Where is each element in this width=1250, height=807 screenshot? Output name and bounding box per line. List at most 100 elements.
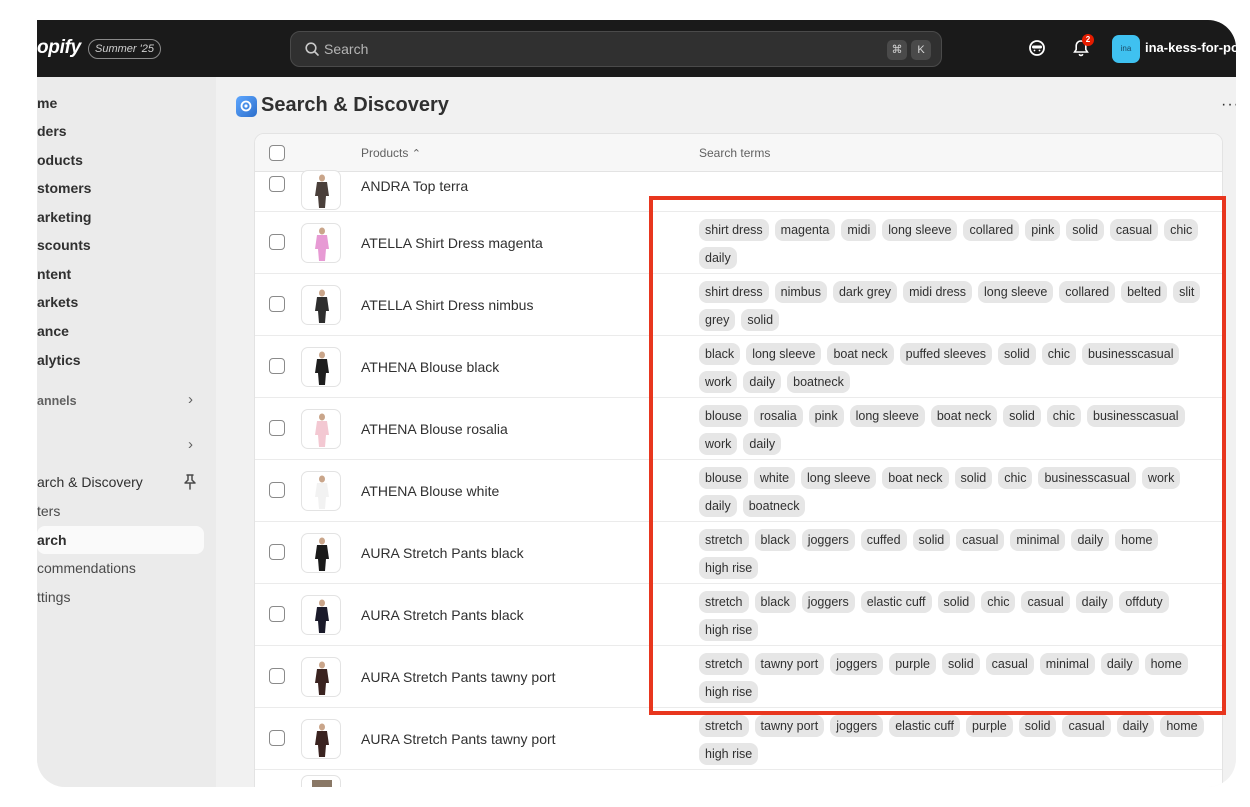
table-row[interactable]: ATHENA Blouse rosalia blouse rosalia pink lo… [255,398,1222,460]
search-term-tag[interactable]: chic [1041,343,1076,365]
search-term-tag[interactable]: black [754,591,796,613]
search-term-tag[interactable]: work [699,371,738,393]
search-term-tag[interactable]: home [1115,529,1159,551]
table-row[interactable]: AURA Stretch Pants black stretch black jogg… [255,584,1222,646]
search-term-tag[interactable]: blouse [699,405,748,427]
search-term-tag[interactable]: slit [1173,281,1201,303]
row-checkbox[interactable] [269,234,285,250]
search-term-tag[interactable]: shirt dress [699,281,769,303]
search-term-tag[interactable]: collared [963,219,1020,241]
search-term-tag[interactable]: offduty [1119,591,1169,613]
search-term-tag[interactable]: black [699,343,741,365]
search-input[interactable]: Search [324,41,368,57]
product-name[interactable]: AURA Stretch Pants black [361,607,524,623]
product-name[interactable]: ATHENA Blouse white [361,483,499,499]
avatar[interactable]: ina [1112,35,1140,63]
row-checkbox[interactable] [269,176,285,192]
search-term-tag[interactable]: boatneck [787,371,850,393]
search-term-tag[interactable]: high rise [699,681,759,703]
sidebar-item-discounts[interactable]: scounts [37,232,91,258]
search-term-tag[interactable]: high rise [699,743,759,765]
search-term-tag[interactable]: pink [808,405,844,427]
product-thumbnail[interactable] [301,657,341,697]
search-term-tag[interactable]: chic [1046,405,1082,427]
sidebar-item-products[interactable]: oducts [37,147,83,173]
product-thumbnail[interactable] [301,775,341,787]
search-term-tag[interactable]: elastic cuff [860,591,932,613]
row-checkbox[interactable] [269,730,285,746]
product-name[interactable]: ATHENA Blouse rosalia [361,421,508,437]
search-term-tag[interactable]: businesscasual [1082,343,1180,365]
product-thumbnail[interactable] [301,347,341,387]
products-column-header[interactable]: Products ⌃ [361,146,421,160]
search-term-tag[interactable]: long sleeve [978,281,1054,303]
search-term-tag[interactable]: minimal [1010,529,1066,551]
product-name[interactable]: ATHENA Blouse black [361,359,499,375]
search-term-tag[interactable]: solid [941,653,980,675]
sales-channels-heading[interactable]: annels [37,388,77,414]
search-term-tag[interactable]: purple [889,653,936,675]
search-term-tag[interactable]: stretch [699,653,749,675]
search-term-tag[interactable]: chic [998,467,1033,489]
search-term-tag[interactable]: long sleeve [746,343,822,365]
search-term-tag[interactable]: midi [841,219,877,241]
search-term-tag[interactable]: high rise [699,557,759,579]
search-term-tag[interactable]: grey [699,309,736,331]
search-term-tag[interactable]: solid [998,343,1036,365]
search-term-tag[interactable]: work [1141,467,1181,489]
pin-icon[interactable] [182,473,198,491]
search-term-tag[interactable]: daily [743,371,782,393]
product-name[interactable]: AURA Stretch Pants black [361,545,524,561]
search-term-tag[interactable]: daily [699,247,737,269]
sidebar-item-orders[interactable]: ders [37,118,67,144]
select-all-checkbox[interactable] [269,145,285,161]
search-term-tag[interactable]: purple [966,715,1013,737]
search-term-tag[interactable]: boat neck [930,405,998,427]
search-term-tag[interactable]: dark grey [832,281,898,303]
row-checkbox[interactable] [269,544,285,560]
search-term-tag[interactable]: long sleeve [849,405,925,427]
table-row[interactable] [255,770,1222,787]
search-term-tag[interactable]: work [699,433,738,455]
product-thumbnail[interactable] [301,409,341,449]
search-term-tag[interactable]: shirt dress [699,219,769,241]
sidebar-item-search-discovery[interactable]: arch & Discovery [37,469,143,495]
search-term-tag[interactable]: tawny port [754,715,825,737]
sidebar-item-search[interactable]: arch [37,527,67,553]
search-term-tag[interactable]: casual [1021,591,1070,613]
search-term-tag[interactable]: magenta [774,219,836,241]
chevron-right-icon[interactable]: › [188,391,193,408]
search-term-tag[interactable]: rosalia [753,405,803,427]
table-row[interactable]: ATELLA Shirt Dress magenta shirt dress mag… [255,212,1222,274]
search-term-tag[interactable]: casual [985,653,1034,675]
table-row[interactable]: ATELLA Shirt Dress nimbus shirt dress nimb… [255,274,1222,336]
search-term-tag[interactable]: joggers [830,715,884,737]
sidebar-item-analytics[interactable]: alytics [37,347,81,373]
search-term-tag[interactable]: nimbus [774,281,827,303]
product-thumbnail[interactable] [301,223,341,263]
product-thumbnail[interactable] [301,533,341,573]
search-term-tag[interactable]: boat neck [882,467,949,489]
table-row[interactable]: ATHENA Blouse black black long sleeve boat … [255,336,1222,398]
sidebar-item-filters[interactable]: ters [37,498,60,524]
search-term-tag[interactable]: daily [1071,529,1110,551]
sidebar-item-marketing[interactable]: arketing [37,204,91,230]
product-name[interactable]: AURA Stretch Pants tawny port [361,669,556,685]
row-checkbox[interactable] [269,420,285,436]
product-name[interactable]: ATELLA Shirt Dress magenta [361,235,543,251]
search-term-tag[interactable]: long sleeve [801,467,877,489]
search-term-tag[interactable]: solid [1003,405,1041,427]
product-thumbnail[interactable] [301,595,341,635]
search-term-tag[interactable]: boat neck [827,343,894,365]
table-row[interactable]: ANDRA Top terra [255,170,1222,212]
search-term-tag[interactable]: stretch [699,591,749,613]
sidebar-item-recommendations[interactable]: commendations [37,555,136,581]
search-term-tag[interactable]: long sleeve [882,219,958,241]
search-term-tag[interactable]: elastic cuff [889,715,961,737]
row-checkbox[interactable] [269,606,285,622]
search-bar[interactable]: Search ⌘ K [290,31,942,67]
sidebar-item-markets[interactable]: arkets [37,289,78,315]
sidebar-item-settings[interactable]: ttings [37,584,70,610]
product-thumbnail[interactable] [301,719,341,759]
shopify-logo[interactable]: opify [37,37,81,59]
